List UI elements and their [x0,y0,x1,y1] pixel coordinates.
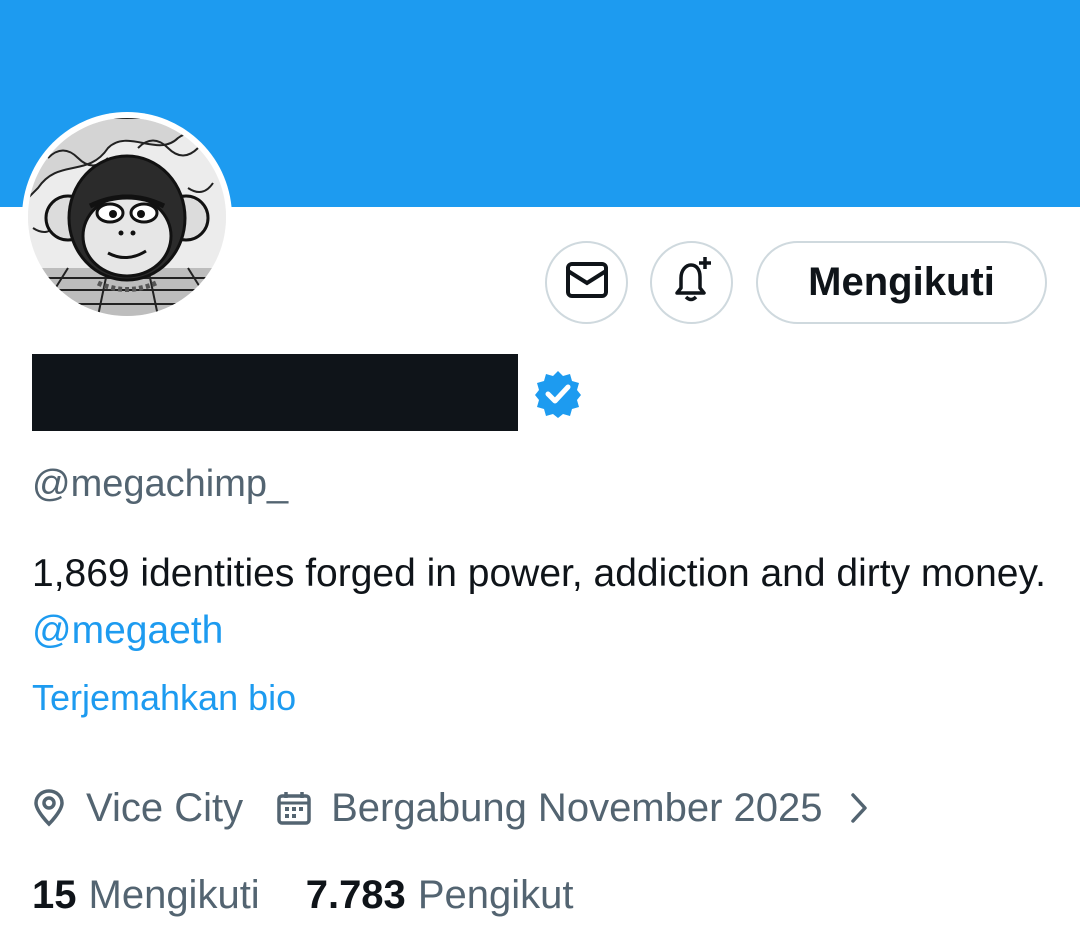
translate-bio-link[interactable]: Terjemahkan bio [32,677,296,719]
mail-icon [565,261,609,304]
join-date[interactable]: Bergabung November 2025 [243,786,868,831]
following-button[interactable]: Mengikuti [756,241,1047,324]
location-text: Vice City [86,785,244,830]
display-name-redacted [32,354,518,431]
chevron-right-icon [849,791,869,825]
calendar-icon [277,791,311,825]
join-date-text: Bergabung November 2025 [331,785,823,830]
followers-label: Pengikut [417,873,574,917]
bell-plus-icon [667,255,717,310]
avatar-image [28,118,226,316]
bio-mention-link[interactable]: @megaeth [32,609,223,652]
bio-text: 1,869 identities forged in power, addict… [32,552,1046,595]
location: Vice City [32,786,243,831]
follow-stats: 15 Mengikuti 7.783 Pengikut [32,868,573,923]
message-button[interactable] [545,241,628,324]
location-pin-icon [32,789,66,827]
profile-bio: 1,869 identities forged in power, addict… [32,545,1062,659]
following-stat[interactable]: 15 Mengikuti [32,873,260,918]
avatar[interactable] [22,112,232,322]
notifications-button[interactable] [650,241,733,324]
following-count: 15 [32,873,77,917]
verified-badge-icon[interactable] [533,369,583,419]
profile-handle: @megachimp_ [32,463,289,505]
profile-meta: Vice City Bergabung November 2025 [32,782,869,834]
followers-count: 7.783 [305,873,406,917]
following-label: Mengikuti [88,873,260,917]
followers-stat[interactable]: 7.783 Pengikut [306,873,574,918]
